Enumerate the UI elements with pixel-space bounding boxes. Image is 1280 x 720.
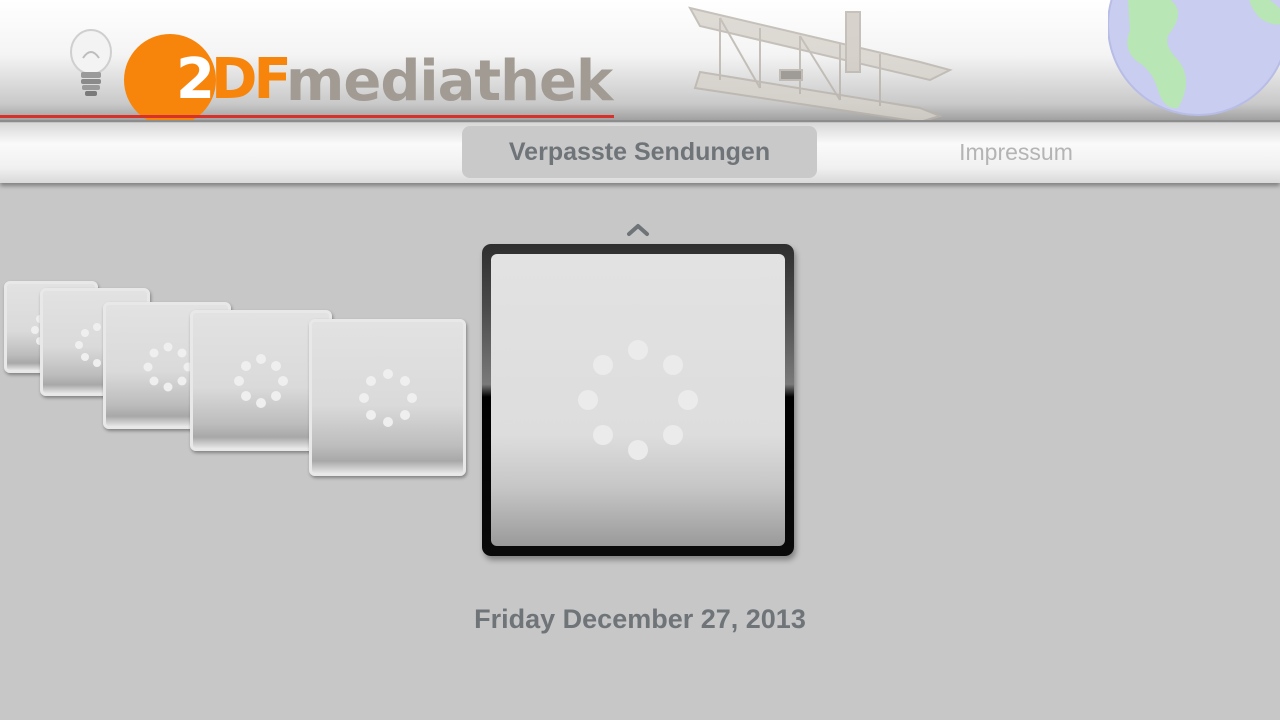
lightbulb-icon — [70, 29, 112, 96]
loading-spinner-icon — [234, 354, 288, 408]
header-divider — [0, 120, 1280, 122]
biplane-illustration — [688, 6, 953, 122]
chevron-up-icon[interactable] — [624, 220, 652, 238]
tab-verpasste-sendungen[interactable]: Verpasste Sendungen — [462, 126, 817, 178]
selected-thumbnail-content — [491, 254, 785, 546]
tab-impressum[interactable]: Impressum — [900, 126, 1132, 178]
logo-underline — [0, 115, 614, 118]
selected-thumbnail-card[interactable] — [482, 244, 794, 556]
logo-2df: 2DF — [176, 47, 292, 112]
logo-mediathek: mediathek — [286, 49, 613, 114]
header-banner: 2DF mediathek — [0, 0, 1280, 122]
loading-spinner-icon — [578, 340, 698, 460]
thumbnail-card[interactable] — [309, 319, 466, 476]
globe-illustration — [1108, 0, 1280, 116]
selected-date-label: Friday December 27, 2013 — [474, 604, 806, 634]
loading-spinner-icon — [143, 342, 193, 392]
nav-bar: Verpasste Sendungen Impressum — [0, 123, 1280, 183]
loading-spinner-icon — [359, 369, 417, 427]
